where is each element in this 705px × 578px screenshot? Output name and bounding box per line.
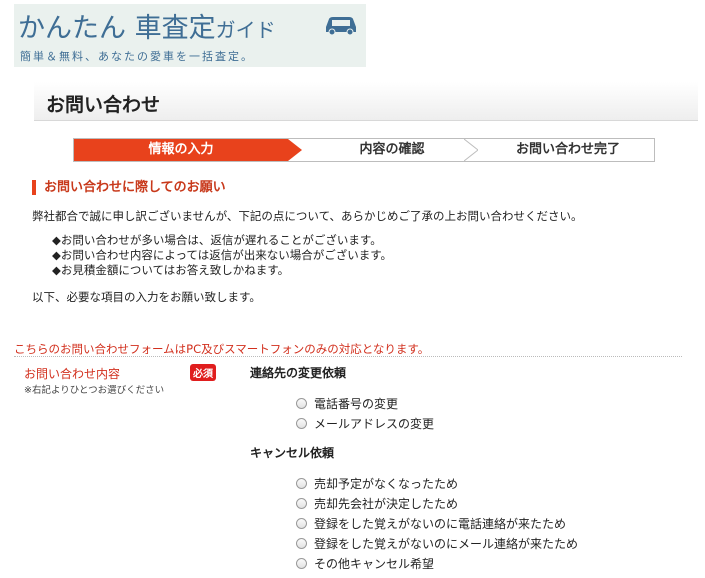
notice-intro: 弊社都合で誠に申し訳ございませんが、下記の点について、あらかじめご了承の上お問い… xyxy=(32,209,583,223)
radio-button[interactable] xyxy=(296,418,307,429)
radio-button[interactable] xyxy=(296,538,307,549)
radio-option[interactable]: 売却予定がなくなったため xyxy=(296,475,458,491)
notice-bullets: ◆お問い合わせが多い場合は、返信が遅れることがございます。 ◆お問い合わせ内容に… xyxy=(52,233,392,278)
site-logo[interactable]: かんたん 車査定ガイド 簡単＆無料、あなたの愛車を一括査定。 xyxy=(14,4,366,67)
pc-note: こちらのお問い合わせフォームはPC及びスマートフォンのみの対応となります。 xyxy=(14,342,430,356)
step-arrow xyxy=(288,139,302,161)
logo-title: かんたん 車査定ガイド xyxy=(18,13,276,44)
step-separator xyxy=(464,139,478,161)
field-label: お問い合わせ内容 xyxy=(24,367,121,381)
radio-button[interactable] xyxy=(296,398,307,409)
notice-bullet: ◆お問い合わせが多い場合は、返信が遅れることがございます。 xyxy=(52,233,382,247)
radio-button[interactable] xyxy=(296,498,307,509)
field-hint: ※右記よりひとつお選びください xyxy=(24,385,165,396)
divider xyxy=(14,356,682,357)
step-input: 情報の入力 xyxy=(74,139,288,161)
group-title-contact: 連絡先の変更依頼 xyxy=(250,366,347,380)
radio-option[interactable]: 登録をした覚えがないのにメール連絡が来たため xyxy=(296,535,578,551)
radio-option[interactable]: 電話番号の変更 xyxy=(296,395,398,411)
logo-tagline: 簡単＆無料、あなたの愛車を一括査定。 xyxy=(20,50,254,63)
radio-button[interactable] xyxy=(296,518,307,529)
notice-heading: お問い合わせに際してのお願い xyxy=(32,180,226,195)
notice-bullet: ◆お問い合わせ内容によっては返信が出来ない場合がございます。 xyxy=(52,248,393,262)
radio-option[interactable]: その他キャンセル希望 xyxy=(296,555,434,571)
step-confirm: 内容の確認 xyxy=(359,142,425,157)
progress-steps: 情報の入力 内容の確認 お問い合わせ完了 xyxy=(73,138,655,162)
required-badge: 必須 xyxy=(190,364,216,381)
group-title-cancel: キャンセル依頼 xyxy=(250,446,335,460)
radio-option[interactable]: 売却先会社が決定したため xyxy=(296,495,458,511)
step-complete: お問い合わせ完了 xyxy=(515,142,620,157)
radio-option[interactable]: 登録をした覚えがないのに電話連絡が来たため xyxy=(296,515,566,531)
car-icon xyxy=(326,17,356,36)
radio-button[interactable] xyxy=(296,478,307,489)
notice-outro: 以下、必要な項目の入力をお願い致します。 xyxy=(32,290,261,304)
radio-option[interactable]: メールアドレスの変更 xyxy=(296,415,434,431)
page-title-bar: お問い合わせ xyxy=(34,82,698,121)
notice-bullet: ◆お見積金額についてはお答え致しかねます。 xyxy=(52,263,290,277)
page-title: お問い合わせ xyxy=(46,94,161,116)
radio-button[interactable] xyxy=(296,558,307,569)
